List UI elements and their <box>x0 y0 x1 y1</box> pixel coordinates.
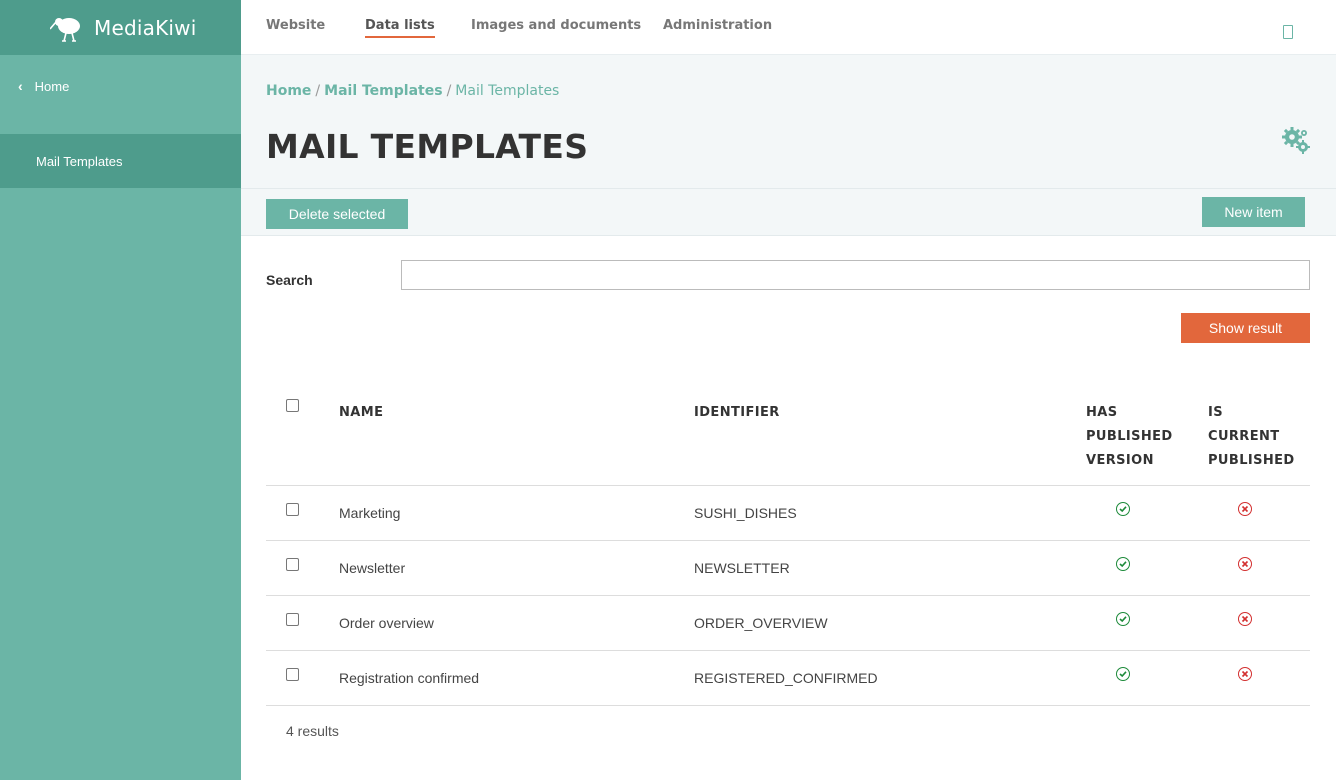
column-header-identifier[interactable]: IDENTIFIER <box>694 401 780 425</box>
x-circle-icon <box>1238 557 1252 571</box>
check-circle-icon <box>1116 557 1130 571</box>
select-all-checkbox[interactable] <box>286 399 299 412</box>
table-row[interactable]: Newsletter NEWSLETTER <box>266 541 1310 596</box>
check-circle-icon <box>1116 667 1130 681</box>
x-circle-icon <box>1238 502 1252 516</box>
breadcrumb: Home / Mail Templates / Mail Templates <box>266 83 560 99</box>
results-count: 4 results <box>286 723 339 739</box>
data-table: NAME IDENTIFIER HAS PUBLISHED VERSION IS… <box>266 383 1310 706</box>
top-nav: Website Data lists Images and documents … <box>241 0 1336 55</box>
kiwi-logo-icon <box>50 17 80 42</box>
row-identifier: SUSHI_DISHES <box>694 505 797 521</box>
page-title: MAIL TEMPLATES <box>266 127 589 166</box>
row-name[interactable]: Registration confirmed <box>339 670 479 686</box>
sidebar-item-mail-templates[interactable]: Mail Templates <box>0 134 241 188</box>
breadcrumb-mail-templates[interactable]: Mail Templates <box>324 83 442 99</box>
new-item-button[interactable]: New item <box>1202 197 1305 227</box>
breadcrumb-current: Mail Templates <box>455 83 560 99</box>
sidebar-item-home-label: Home <box>34 78 70 94</box>
check-circle-icon <box>1116 612 1130 626</box>
toolbar: Delete selected New item <box>241 188 1336 236</box>
search-input[interactable] <box>401 260 1310 290</box>
row-identifier: REGISTERED_CONFIRMED <box>694 670 878 686</box>
row-name[interactable]: Order overview <box>339 615 434 631</box>
row-checkbox[interactable] <box>286 668 299 681</box>
table-header: NAME IDENTIFIER HAS PUBLISHED VERSION IS… <box>266 383 1310 486</box>
table-row[interactable]: Marketing SUSHI_DISHES <box>266 486 1310 541</box>
row-name[interactable]: Newsletter <box>339 560 405 576</box>
column-header-name[interactable]: NAME <box>339 401 383 425</box>
row-checkbox[interactable] <box>286 558 299 571</box>
search-label: Search <box>266 272 313 288</box>
column-header-is-current[interactable]: IS CURRENT PUBLISHED <box>1208 401 1295 473</box>
row-checkbox[interactable] <box>286 503 299 516</box>
mobile-icon[interactable] <box>1283 25 1293 39</box>
tab-images-and-documents[interactable]: Images and documents <box>471 18 641 33</box>
gears-icon[interactable] <box>1281 125 1311 155</box>
breadcrumb-home[interactable]: Home <box>266 83 311 99</box>
brand-name: MediaKiwi <box>94 15 197 40</box>
page-header: Home / Mail Templates / Mail Templates MAIL … <box>241 55 1336 189</box>
tab-website[interactable]: Website <box>266 18 325 33</box>
sidebar: MediaKiwi ‹ Home Mail Templates <box>0 0 241 780</box>
table-row[interactable]: Registration confirmed REGISTERED_CONFIR… <box>266 651 1310 706</box>
row-checkbox[interactable] <box>286 613 299 626</box>
delete-selected-button[interactable]: Delete selected <box>266 199 408 229</box>
row-identifier: NEWSLETTER <box>694 560 790 576</box>
table-row[interactable]: Order overview ORDER_OVERVIEW <box>266 596 1310 651</box>
x-circle-icon <box>1238 667 1252 681</box>
x-circle-icon <box>1238 612 1252 626</box>
show-result-button[interactable]: Show result <box>1181 313 1310 343</box>
row-identifier: ORDER_OVERVIEW <box>694 615 828 631</box>
brand[interactable]: MediaKiwi <box>0 0 241 55</box>
tab-data-lists[interactable]: Data lists <box>365 18 435 38</box>
column-header-has-published[interactable]: HAS PUBLISHED VERSION <box>1086 401 1173 473</box>
row-name[interactable]: Marketing <box>339 505 400 521</box>
tab-administration[interactable]: Administration <box>663 18 772 33</box>
check-circle-icon <box>1116 502 1130 516</box>
sidebar-item-home[interactable]: ‹ Home <box>18 78 69 94</box>
chevron-left-icon: ‹ <box>18 78 23 94</box>
